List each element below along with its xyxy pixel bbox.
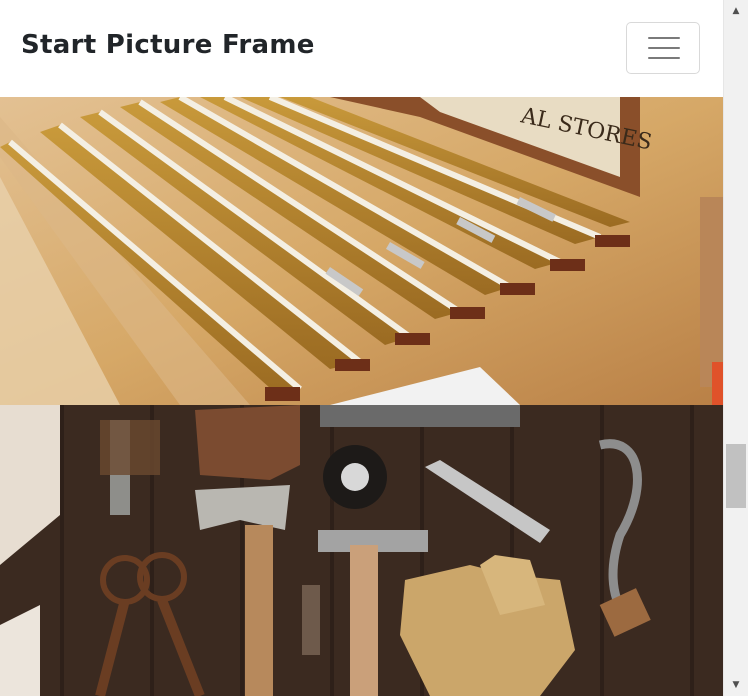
vertical-scrollbar[interactable]: ▲ ▼	[723, 0, 748, 696]
scroll-down-arrow-icon[interactable]: ▼	[724, 674, 748, 696]
scroll-up-arrow-icon[interactable]: ▲	[724, 0, 748, 22]
navbar-toggler-button[interactable]	[626, 22, 700, 74]
navbar-brand[interactable]: Start Picture Frame	[21, 30, 315, 60]
top-navbar: Start Picture Frame	[0, 0, 723, 97]
rulers-photo[interactable]: AL STORES	[0, 97, 723, 405]
scrollbar-thumb[interactable]	[726, 444, 746, 508]
page-viewport: Start Picture Frame AL STORES	[0, 0, 723, 696]
tools-photo[interactable]	[0, 405, 723, 696]
